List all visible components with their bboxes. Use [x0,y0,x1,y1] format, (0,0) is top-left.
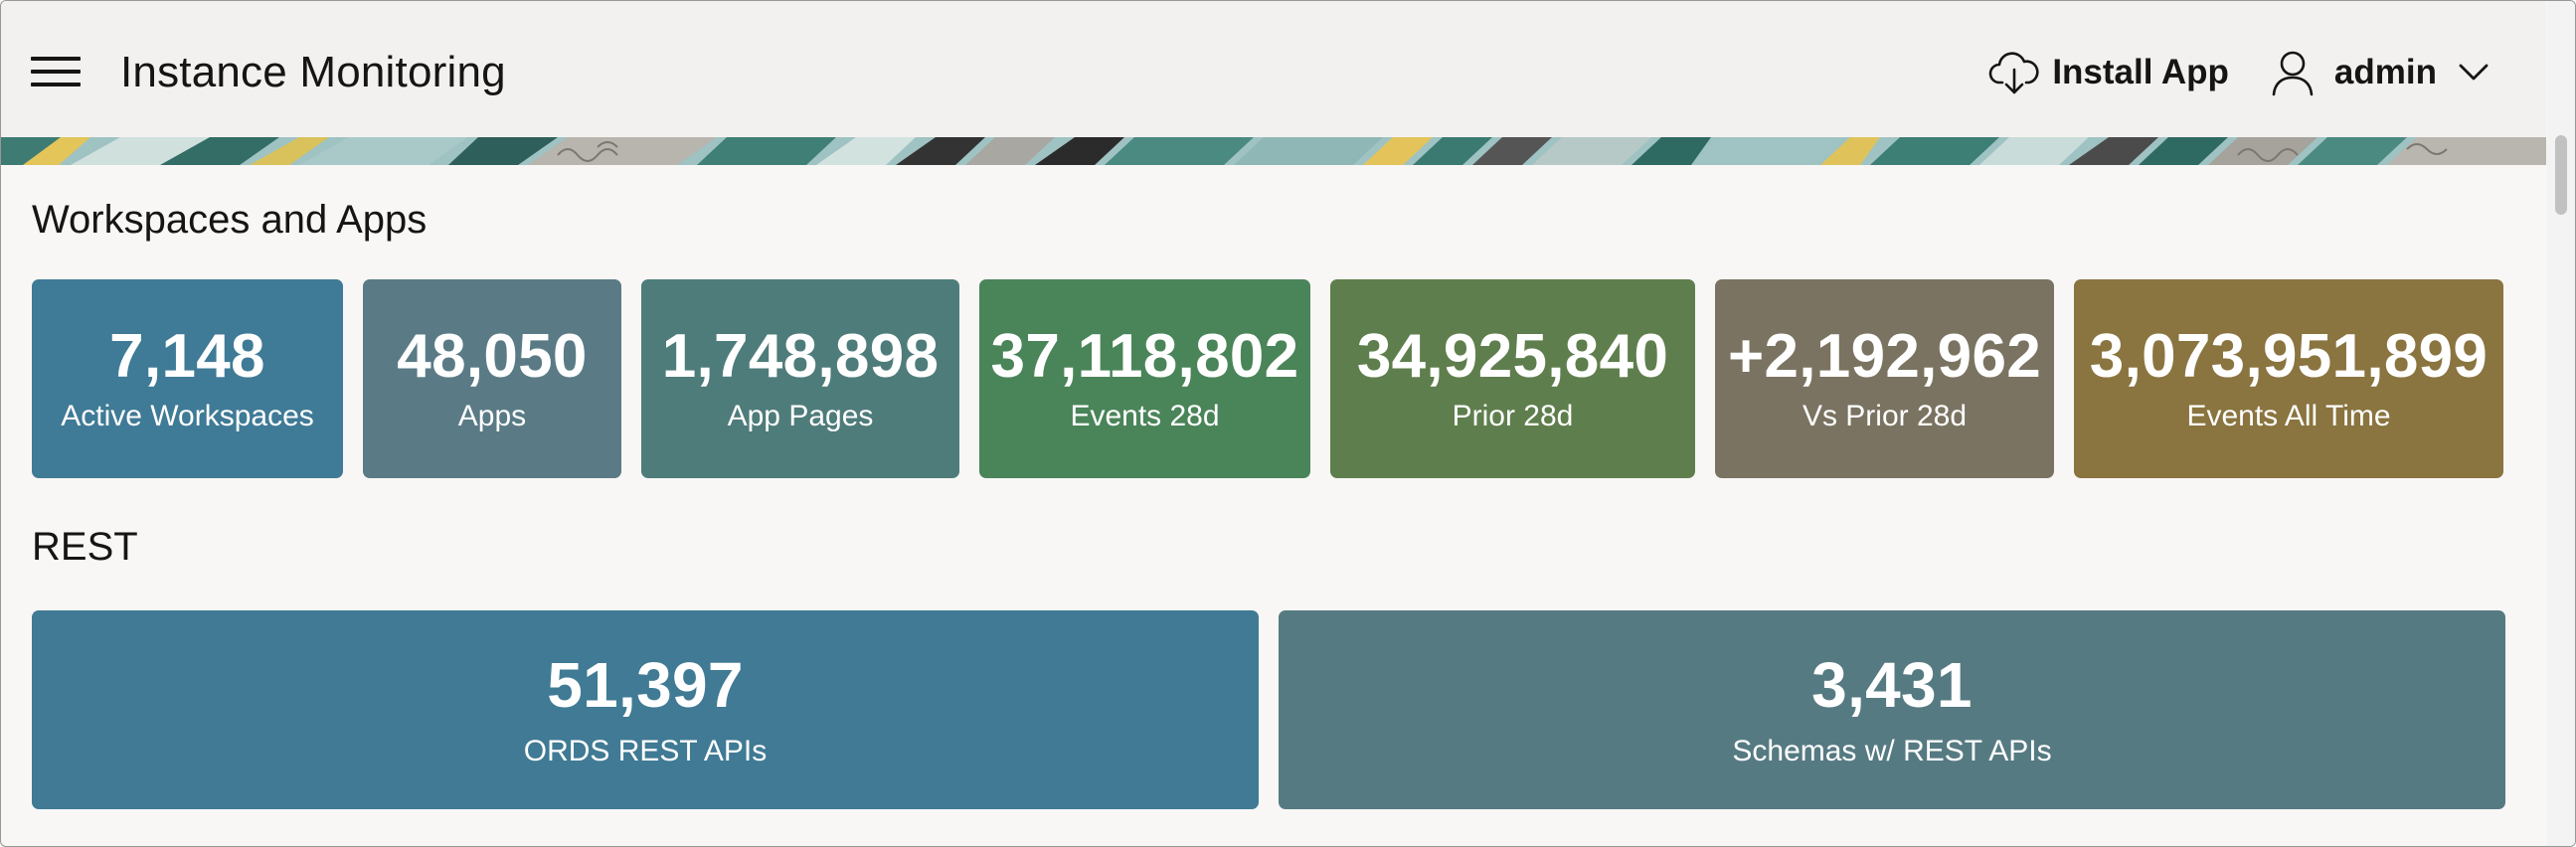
metric-value: +2,192,962 [1727,322,2042,391]
metric-card-ords-rest-apis[interactable]: 51,397 ORDS REST APIs [32,610,1259,809]
install-app-button[interactable]: Install App [1988,45,2229,100]
metric-label: App Pages [727,400,874,432]
metric-card-apps[interactable]: 48,050 Apps [363,279,621,478]
metric-value: 51,397 [547,649,744,721]
user-menu-button[interactable]: admin [2271,45,2489,100]
decorative-banner [1,137,2546,165]
hamburger-menu-icon[interactable] [31,57,81,88]
app-header: Instance Monitoring Install App admin [1,1,2546,137]
metric-label: Vs Prior 28d [1802,400,1968,432]
metric-label: Schemas w/ REST APIs [1732,735,2052,767]
metric-card-events-all-time[interactable]: 3,073,951,899 Events All Time [2074,279,2503,478]
vertical-scrollbar[interactable] [2547,1,2575,846]
metric-value: 7,148 [109,322,265,391]
metric-value: 37,118,802 [990,322,1299,391]
metric-label: ORDS REST APIs [523,735,768,767]
metric-value: 3,073,951,899 [2089,322,2489,391]
app-window: Instance Monitoring Install App admin Wo… [0,0,2576,847]
chevron-down-icon [2459,64,2489,81]
metric-card-vs-prior-28d[interactable]: +2,192,962 Vs Prior 28d [1715,279,2054,478]
section-title-workspaces: Workspaces and Apps [32,198,428,242]
rest-metrics: 51,397 ORDS REST APIs 3,431 Schemas w/ R… [32,610,2505,809]
metric-card-events-28d[interactable]: 37,118,802 Events 28d [979,279,1310,478]
metric-label: Apps [457,400,527,432]
section-title-rest: REST [32,525,138,569]
metric-value: 48,050 [397,322,588,391]
metric-card-app-pages[interactable]: 1,748,898 App Pages [641,279,959,478]
metric-label: Prior 28d [1452,400,1574,432]
cloud-download-icon [1989,52,2039,94]
metric-label: Events 28d [1070,400,1220,432]
metric-value: 1,748,898 [661,322,940,391]
header-nav: Install App admin [1988,45,2489,100]
metric-card-active-workspaces[interactable]: 7,148 Active Workspaces [32,279,343,478]
workspace-metrics: 7,148 Active Workspaces 48,050 Apps 1,74… [32,279,2503,478]
user-name-label: admin [2333,53,2437,91]
metric-label: Active Workspaces [61,400,314,432]
metric-card-schemas-rest-apis[interactable]: 3,431 Schemas w/ REST APIs [1279,610,2505,809]
install-app-label: Install App [2052,53,2229,91]
metric-card-prior-28d[interactable]: 34,925,840 Prior 28d [1330,279,1695,478]
app-title[interactable]: Instance Monitoring [120,45,506,100]
metric-label: Events All Time [2186,400,2391,432]
scrollbar-thumb[interactable] [2555,135,2567,215]
user-icon [2272,51,2314,96]
metric-value: 3,431 [1811,649,1973,721]
metric-value: 34,925,840 [1356,322,1669,391]
